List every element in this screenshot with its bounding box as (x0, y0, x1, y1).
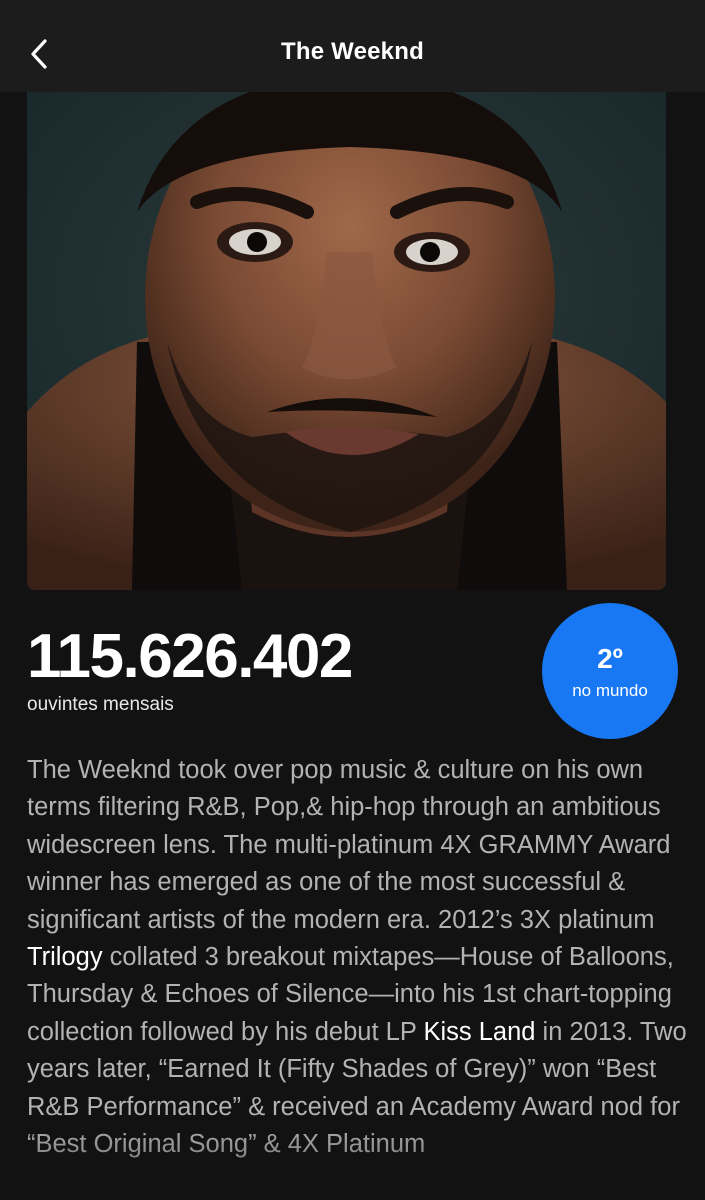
listener-stats: 115.626.402 ouvintes mensais (27, 622, 353, 716)
rank-position: 2º (597, 643, 623, 674)
world-rank-badge[interactable]: 2º no mundo (542, 603, 678, 739)
artist-photo (27, 92, 666, 590)
page-title: The Weeknd (281, 38, 424, 65)
top-bar: The Weeknd (0, 0, 705, 92)
artist-bio: The Weeknd took over pop music & culture… (27, 752, 687, 1163)
album-link-kiss-land[interactable]: Kiss Land (423, 1018, 535, 1046)
monthly-listeners-count: 115.626.402 (27, 622, 353, 691)
album-link-trilogy[interactable]: Trilogy (27, 943, 103, 971)
monthly-listeners-label: ouvintes mensais (27, 694, 174, 715)
bio-text: The Weeknd took over pop music & culture… (27, 756, 671, 934)
rank-scope: no mundo (572, 681, 648, 700)
